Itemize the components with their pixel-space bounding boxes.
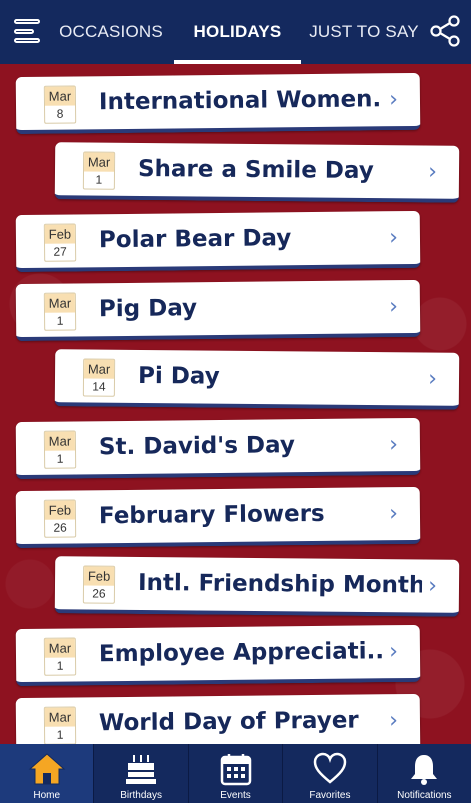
holiday-title: Share a Smile Day [137,155,374,185]
date-badge: Mar 8 [43,85,77,124]
date-badge: Feb 26 [43,499,77,538]
tab-occasions[interactable]: OCCASIONS [52,0,170,64]
holiday-card[interactable]: Mar 1 Share a Smile Day › [54,142,460,203]
date-day: 26 [92,586,106,601]
date-day: 1 [56,313,64,328]
date-badge: Mar 1 [43,706,77,744]
holiday-title: Intl. Friendship Month [137,569,423,599]
nav-events[interactable]: Events [189,744,284,803]
holiday-card[interactable]: Mar 1 Employee Appreciati... › [15,624,421,687]
holiday-title: February Flowers [98,500,325,530]
nav-label: Birthdays [120,790,162,801]
holiday-title: Pi Day [137,362,220,390]
date-month: Mar [44,431,76,451]
nav-birthdays[interactable]: Birthdays [94,744,189,803]
holiday-card[interactable]: Feb 26 February Flowers › [15,486,421,549]
holiday-card[interactable]: Mar 14 Pi Day › [54,349,460,410]
holiday-title: International Women... [98,86,384,116]
holiday-list[interactable]: Mar 8 International Women... › Mar 1 Sha… [0,64,471,744]
date-badge: Feb 26 [82,565,116,604]
home-icon [28,753,66,785]
date-badge: Mar 14 [82,358,116,397]
date-month: Mar [84,359,115,379]
date-day: 8 [56,106,64,121]
date-day: 1 [56,658,64,673]
nav-label: Home [33,790,61,801]
date-month: Mar [44,707,76,727]
chevron-right-icon: › [428,159,438,185]
date-day: 27 [53,244,67,259]
nav-notifications[interactable]: Notifications [378,744,471,803]
nav-label: Notifications [397,790,452,801]
chevron-right-icon: › [428,366,438,392]
date-badge: Feb 27 [43,223,77,262]
date-day: 26 [53,520,67,535]
holiday-title: Pig Day [98,295,198,323]
holiday-card[interactable]: Mar 1 Pig Day › [15,279,421,342]
nav-favorites[interactable]: Favorites [283,744,378,803]
chevron-right-icon: › [389,432,399,458]
menu-icon[interactable] [14,16,44,46]
tab-just-to-say[interactable]: JUST TO SAY [304,0,424,64]
holiday-title: Employee Appreciati... [98,638,384,668]
date-month: Feb [44,500,76,520]
chevron-right-icon: › [389,87,399,113]
holiday-card[interactable]: Mar 8 International Women... › [15,72,421,135]
date-badge: Mar 1 [43,637,77,676]
date-month: Mar [44,86,76,106]
date-month: Mar [44,293,76,313]
top-app-bar: OCCASIONS HOLIDAYS JUST TO SAY [0,0,471,64]
nav-home[interactable]: Home [0,744,95,803]
chevron-right-icon: › [389,294,399,320]
tab-holidays[interactable]: HOLIDAYS [174,0,301,64]
calendar-icon [220,754,251,786]
chevron-right-icon: › [389,639,399,665]
holiday-card[interactable]: Feb 27 Polar Bear Day › [15,210,421,273]
bell-icon [411,755,438,785]
holiday-title: Polar Bear Day [98,225,292,254]
holiday-card[interactable]: Feb 26 Intl. Friendship Month › [54,556,460,617]
chevron-right-icon: › [389,225,399,251]
date-month: Feb [84,566,115,586]
cake-icon [126,755,157,784]
date-month: Mar [84,152,115,172]
holiday-card[interactable]: Mar 1 World Day of Prayer › [15,693,421,744]
share-icon[interactable] [428,14,462,48]
holiday-title: St. David's Day [98,432,296,461]
holiday-title: World Day of Prayer [98,707,359,737]
date-badge: Mar 1 [82,151,116,190]
heart-icon [313,752,347,784]
date-month: Mar [44,638,76,658]
date-day: 1 [95,172,103,187]
chevron-right-icon: › [389,501,399,527]
nav-label: Favorites [309,790,351,801]
chevron-right-icon: › [389,708,399,734]
date-day: 1 [56,727,64,742]
chevron-right-icon: › [428,573,438,599]
holiday-card[interactable]: Mar 1 St. David's Day › [15,417,421,480]
date-month: Feb [44,224,76,244]
date-badge: Mar 1 [43,430,77,469]
date-badge: Mar 1 [43,292,77,331]
bottom-navigation: Home Birthdays Events Favorites Notifica… [0,744,471,803]
date-day: 1 [56,451,64,466]
nav-label: Events [220,790,251,801]
date-day: 14 [92,379,106,394]
